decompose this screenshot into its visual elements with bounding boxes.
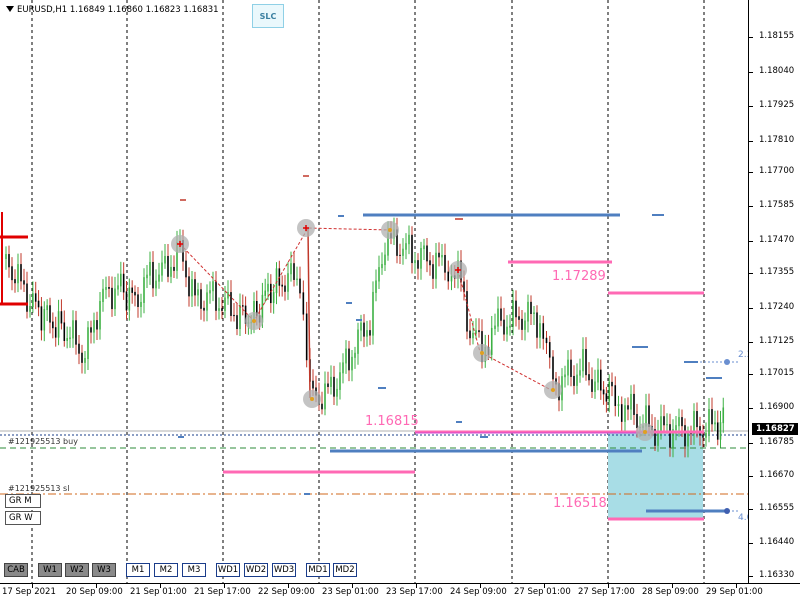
timeframe-button-w3[interactable]: W3 [92,563,116,577]
symbol-info-text: EURUSD,H1 1.16849 1.16860 1.16823 1.1683… [17,5,219,15]
current-price-badge: 1.16827 [752,423,798,435]
gr-m-button[interactable]: GR M [5,494,41,508]
price-axis-label: 1.17925 [759,100,795,110]
order-sl-label: #121925513 sl [8,484,70,493]
price-tick [749,141,753,142]
time-axis-label: 28 Sep 09:00 [642,587,699,597]
level-label-1: 1.17289 [552,269,606,284]
price-tick [749,408,753,409]
time-axis-label: 27 Sep 17:00 [578,587,635,597]
time-axis-label: 23 Sep 17:00 [386,587,443,597]
slc-button[interactable]: SLC [252,4,284,28]
price-axis-label: 1.17015 [759,368,795,378]
price-chart-plot[interactable] [0,0,748,583]
price-tick [749,443,753,444]
price-axis-label: 1.16670 [759,470,795,480]
price-tick [749,106,753,107]
price-tick [749,273,753,274]
zigzag-spike [307,227,311,399]
timeframe-button-md2[interactable]: MD2 [333,563,357,577]
timeframe-button-w2[interactable]: W2 [65,563,89,577]
time-axis-label: 22 Sep 09:00 [258,587,315,597]
price-tick [749,576,753,577]
time-axis-label: 24 Sep 09:00 [450,587,507,597]
price-axis-label: 1.17355 [759,267,795,277]
price-tick [749,241,753,242]
timeframe-button-wd2[interactable]: WD2 [244,563,268,577]
time-axis[interactable]: 17 Sep 2021 20 Sep 09:00 21 Sep 01:00 21 Se… [0,583,800,601]
chart-window[interactable]: EURUSD,H1 1.16849 1.16860 1.16823 1.1683… [0,0,800,601]
price-tick [749,206,753,207]
zigzag-1 [179,227,391,322]
ratio-2-dot [724,508,730,514]
timeframe-button-wd3[interactable]: WD3 [272,563,296,577]
level-label-3: 1.16518 [553,496,607,511]
price-axis-label: 1.17470 [759,235,795,245]
symbol-info: EURUSD,H1 1.16849 1.16860 1.16823 1.1683… [6,5,219,15]
price-tick [749,308,753,309]
red-dashes [180,175,463,220]
price-axis-label: 1.16555 [759,503,795,513]
timeframe-button-md1[interactable]: MD1 [306,563,330,577]
price-axis-label: 1.16900 [759,402,795,412]
price-tick [749,543,753,544]
price-tick [749,37,753,38]
time-axis-label: 17 Sep 2021 [2,587,56,597]
timeframe-button-wd1[interactable]: WD1 [216,563,240,577]
gr-w-button[interactable]: GR W [5,511,41,525]
time-axis-label: 21 Sep 17:00 [194,587,251,597]
dropdown-triangle-icon[interactable] [6,6,14,12]
timeframe-button-cab[interactable]: CAB [4,563,28,577]
price-tick [749,476,753,477]
price-axis-label: 1.17585 [759,200,795,210]
price-axis-label: 1.17125 [759,336,795,346]
price-axis-label: 1.16440 [759,537,795,547]
level-label-2: 1.16815 [365,414,419,429]
zigzag-2 [457,269,554,392]
price-tick [749,374,753,375]
price-axis-label: 1.17700 [759,166,795,176]
ratio-1-dot [724,359,730,365]
time-axis-label: 29 Sep 01:00 [706,587,763,597]
time-axis-label: 21 Sep 01:00 [130,587,187,597]
price-axis-label: 1.17810 [759,135,795,145]
timeframe-button-w1[interactable]: W1 [38,563,62,577]
time-axis-label: 27 Sep 01:00 [514,587,571,597]
price-tick [749,342,753,343]
price-tick [749,172,753,173]
timeframe-button-m1[interactable]: M1 [126,563,150,577]
timeframe-button-m3[interactable]: M3 [182,563,206,577]
price-axis-label: 1.18040 [759,66,795,76]
price-axis-label: 1.18155 [759,31,795,41]
time-axis-label: 23 Sep 01:00 [322,587,379,597]
price-tick [749,72,753,73]
price-axis-label: 1.17240 [759,302,795,312]
timeframe-button-m2[interactable]: M2 [154,563,178,577]
time-axis-label: 20 Sep 09:00 [66,587,123,597]
price-tick [749,509,753,510]
price-axis[interactable]: 1.18155 1.18040 1.17925 1.17810 1.17700 1.175… [748,0,800,583]
price-axis-label: 1.16785 [759,437,795,447]
order-buy-label: #121925513 buy [8,437,78,446]
price-axis-label: 1.16330 [759,570,795,580]
